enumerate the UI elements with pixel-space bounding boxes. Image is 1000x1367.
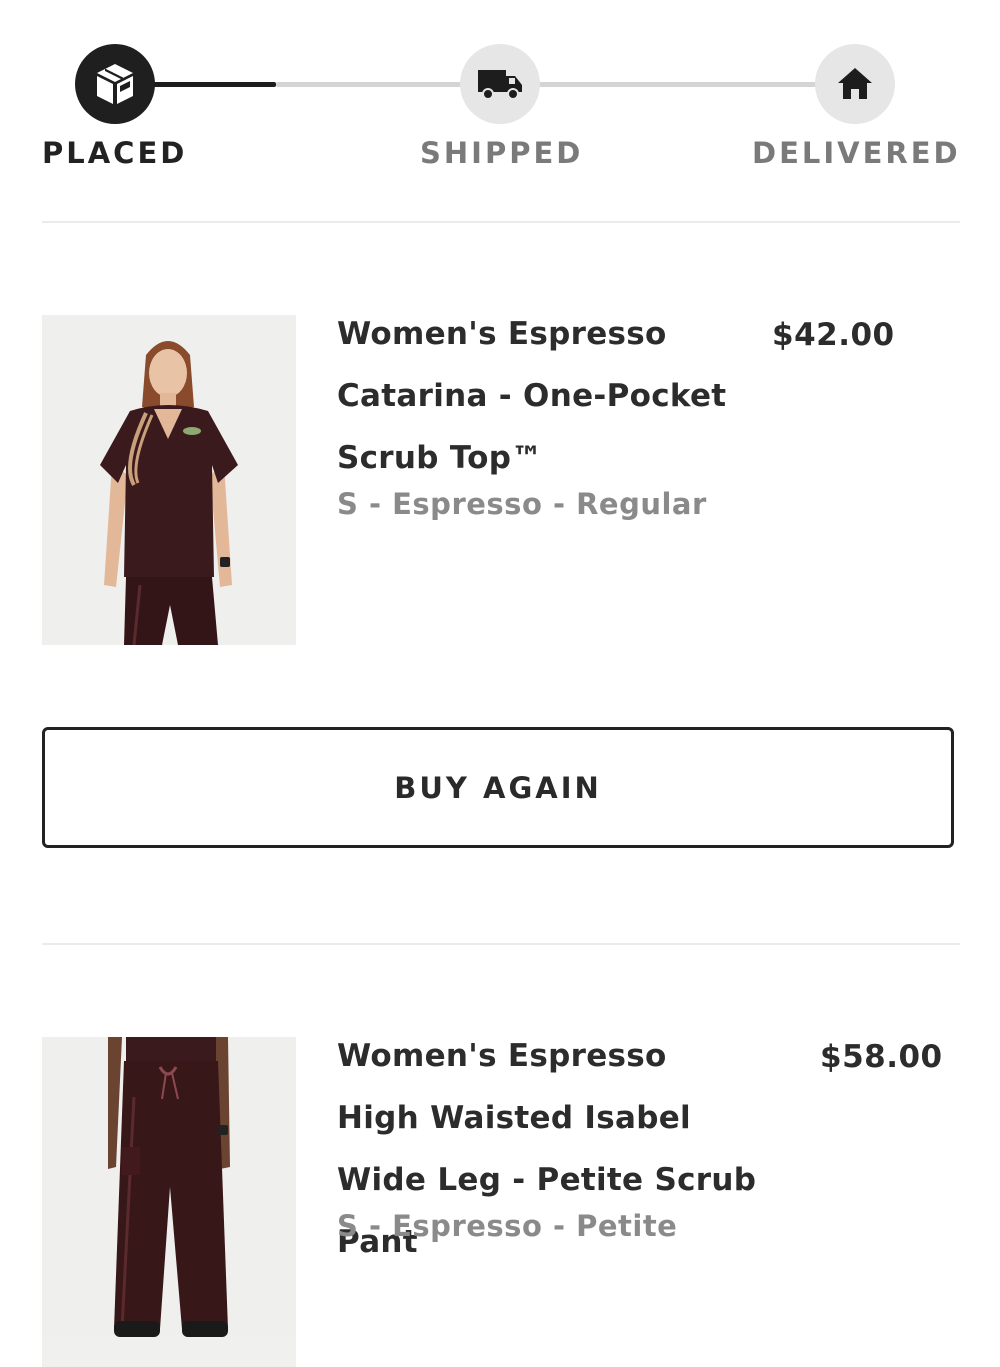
- truck-icon: [478, 70, 522, 100]
- step-label-shipped: SHIPPED: [420, 136, 584, 170]
- step-label-delivered: DELIVERED: [752, 136, 961, 170]
- progress-line-pending: [276, 82, 856, 87]
- progress-line-complete: [150, 82, 276, 87]
- product-price: $42.00: [772, 317, 895, 353]
- step-delivered-circle: [815, 44, 895, 124]
- product-image-scrub-top[interactable]: [42, 315, 296, 645]
- step-label-placed: PLACED: [42, 136, 188, 170]
- product-price: $58.00: [820, 1039, 943, 1075]
- step-placed-circle: [75, 44, 155, 124]
- section-divider: [42, 943, 960, 945]
- package-icon: [97, 64, 133, 104]
- house-icon: [838, 68, 872, 99]
- product-name[interactable]: Women's Espresso Catarina - One-Pocket S…: [337, 303, 757, 489]
- product-variant: S - Espresso - Regular: [337, 487, 707, 521]
- order-status-tracker: PLACED SHIPPED DELIVERED: [0, 0, 1000, 180]
- product-image-scrub-pant[interactable]: [42, 1037, 296, 1367]
- step-shipped-circle: [460, 44, 540, 124]
- product-photo-scrub-pant: [42, 1037, 296, 1337]
- product-photo-scrub-top: [42, 315, 296, 645]
- product-variant: S - Espresso - Petite: [337, 1209, 678, 1243]
- buy-again-button[interactable]: BUY AGAIN: [42, 727, 954, 848]
- section-divider: [42, 221, 960, 223]
